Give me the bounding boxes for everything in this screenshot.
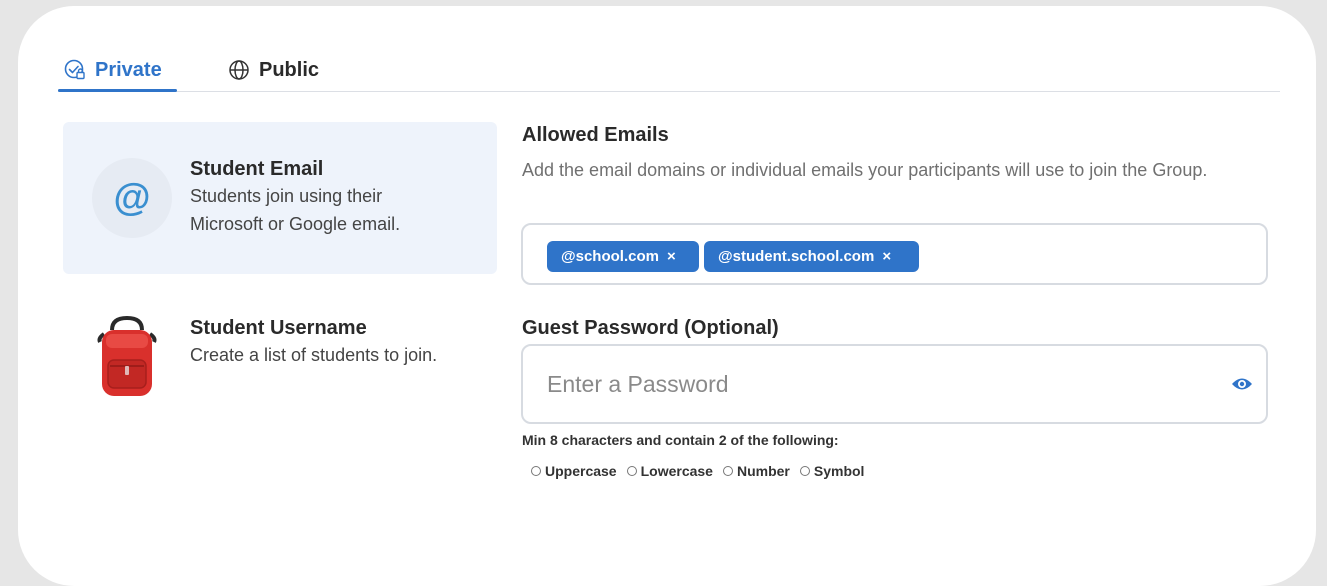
option-email-title: Student Email: [190, 158, 324, 180]
email-chip[interactable]: @school.com ×: [547, 241, 699, 272]
access-tabs: Private Public: [58, 48, 1280, 92]
backpack-icon: [96, 315, 158, 403]
requirement-label: Symbol: [813, 463, 865, 479]
group-settings-card: [18, 6, 1316, 586]
private-lock-icon: [64, 59, 86, 81]
at-sign-icon: @: [92, 158, 172, 238]
option-email-description: Students join using their Microsoft or G…: [190, 186, 401, 234]
password-input[interactable]: [547, 366, 1187, 402]
allowed-emails-title: Allowed Emails: [522, 124, 669, 146]
requirement-number: Number: [722, 463, 790, 479]
password-rules-text: Min 8 characters and contain 2 of the fo…: [522, 432, 839, 448]
tab-private[interactable]: Private: [64, 48, 162, 92]
email-chip[interactable]: @student.school.com ×: [704, 241, 919, 272]
requirement-label: Uppercase: [545, 463, 617, 479]
remove-chip-icon[interactable]: ×: [882, 248, 891, 265]
requirement-uppercase: Uppercase: [531, 463, 617, 479]
requirement-label: Lowercase: [640, 463, 713, 479]
email-chip-label: @school.com: [561, 248, 659, 265]
option-username-description: Create a list of students to join.: [190, 345, 438, 365]
requirement-symbol: Symbol: [799, 463, 865, 479]
requirement-label: Number: [736, 463, 790, 479]
requirement-circle-icon: [799, 466, 810, 476]
requirement-circle-icon: [722, 466, 733, 476]
option-username-title: Student Username: [190, 317, 367, 339]
active-tab-indicator: [58, 89, 177, 92]
allowed-emails-input[interactable]: @school.com × @student.school.com ×: [521, 223, 1268, 285]
requirement-circle-icon: [531, 466, 541, 476]
option-student-username[interactable]: Student Username Create a list of studen…: [63, 300, 497, 420]
guest-password-title: Guest Password (Optional): [522, 317, 779, 339]
allowed-emails-description: Add the email domains or individual emai…: [522, 160, 1208, 180]
requirement-lowercase: Lowercase: [626, 463, 713, 479]
option-student-email[interactable]: @ Student Email Students join using thei…: [63, 122, 497, 274]
globe-icon: [228, 59, 250, 81]
email-chip-label: @student.school.com: [718, 248, 875, 265]
remove-chip-icon[interactable]: ×: [667, 248, 676, 265]
guest-password-field: [521, 344, 1268, 424]
show-password-eye-icon[interactable]: [1231, 376, 1253, 397]
tab-public[interactable]: Public: [228, 48, 319, 92]
tab-private-label: Private: [95, 58, 162, 81]
tab-public-label: Public: [259, 58, 320, 81]
password-requirements: Uppercase Lowercase Number Symbol: [531, 463, 864, 479]
requirement-circle-icon: [626, 466, 637, 476]
